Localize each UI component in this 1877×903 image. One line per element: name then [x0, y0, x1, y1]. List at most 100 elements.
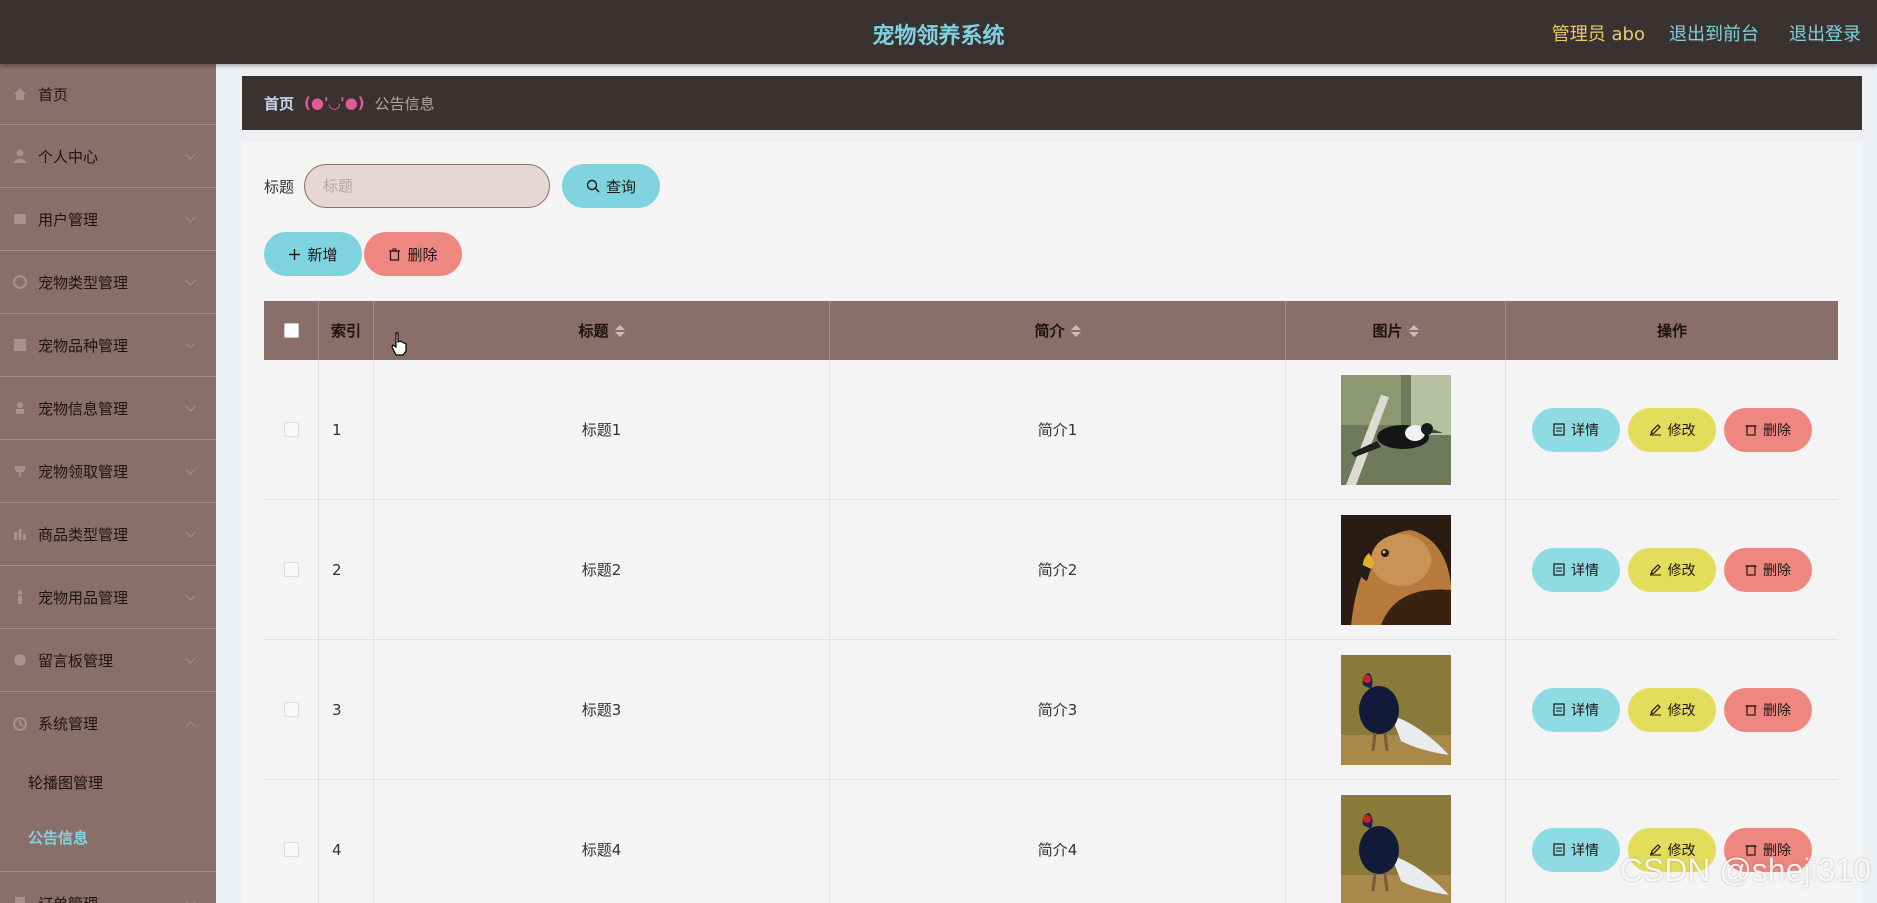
logout-link[interactable]: 退出登录	[1789, 20, 1861, 46]
header-select-all-cell	[264, 301, 319, 360]
sort-icon	[1408, 324, 1419, 337]
breadcrumb: 首页 (●'◡'●) 公告信息	[242, 76, 1862, 130]
sidebar: 首页 个人中心 用户管理 宠物类型管理 宠物品种管理 宠物信息管理 宠物领取管理…	[0, 64, 216, 903]
detail-button[interactable]: 详情	[1532, 547, 1620, 592]
table-header: 索引 标题 简介 图片 操作	[264, 301, 1838, 360]
header-image-label: 图片	[1372, 322, 1403, 340]
breadcrumb-current: 公告信息	[374, 94, 435, 113]
delete-button[interactable]: 删除	[1724, 687, 1812, 732]
system-submenu: 轮播图管理 公告信息	[0, 755, 216, 872]
edit-button[interactable]: 修改	[1628, 687, 1716, 732]
user-icon	[12, 148, 28, 164]
sort-icon	[1070, 324, 1081, 337]
detail-button[interactable]: 详情	[1532, 827, 1620, 872]
row-select-cell	[264, 360, 319, 499]
sidebar-item-user-management[interactable]: 用户管理	[0, 188, 216, 251]
pencil-icon	[1649, 703, 1662, 716]
row-checkbox[interactable]	[283, 562, 299, 577]
row-index: 3	[319, 640, 374, 779]
title-search-input[interactable]	[304, 164, 551, 208]
delete-button[interactable]: 删除	[1724, 547, 1812, 592]
bird-eagle-image[interactable]	[1340, 514, 1451, 625]
document-icon	[1553, 843, 1565, 856]
detail-button-label: 详情	[1571, 702, 1599, 719]
search-button[interactable]: 查询	[562, 164, 661, 208]
sidebar-item-orders[interactable]: 订单管理	[0, 872, 216, 903]
exit-to-front-link[interactable]: 退出到前台	[1669, 20, 1759, 46]
edit-button-label: 修改	[1667, 702, 1696, 719]
header-title-label: 标题	[578, 322, 609, 340]
header-ops: 操作	[1656, 322, 1687, 340]
delete-button-label: 删除	[1763, 422, 1791, 439]
select-all-checkbox[interactable]	[283, 323, 299, 338]
row-index: 1	[319, 360, 374, 499]
bird-magpie-image[interactable]	[1340, 374, 1451, 485]
table-row: 4 标题4 简介4 详情 修改 删除	[264, 780, 1838, 903]
row-checkbox[interactable]	[283, 702, 299, 717]
row-index: 4	[319, 780, 374, 903]
edit-button-label: 修改	[1667, 422, 1696, 439]
sidebar-item-pet-supplies[interactable]: 宠物用品管理	[0, 566, 216, 629]
bird-pheasant-image[interactable]	[1340, 794, 1451, 903]
chevron-down-icon	[185, 527, 196, 538]
content-panel: 标题 查询 新增 删除 索引 标题 简介 图片 操作 1 标题1	[242, 142, 1862, 903]
search-label: 标题	[264, 177, 295, 196]
sidebar-item-pet-breed[interactable]: 宠物品种管理	[0, 314, 216, 377]
trash-icon	[388, 248, 401, 261]
sidebar-item-goods-type[interactable]: 商品类型管理	[0, 503, 216, 566]
sidebar-item-pet-info[interactable]: 宠物信息管理	[0, 377, 216, 440]
header-image[interactable]: 图片	[1286, 301, 1506, 360]
delete-button-label: 删除	[1763, 702, 1791, 719]
add-button-label: 新增	[307, 245, 338, 264]
header-intro-label: 简介	[1034, 322, 1065, 340]
supplies-icon	[12, 589, 28, 605]
edit-button[interactable]: 修改	[1628, 407, 1716, 452]
sort-icon	[614, 324, 625, 337]
header-intro[interactable]: 简介	[830, 301, 1286, 360]
add-button[interactable]: 新增	[264, 232, 362, 276]
sidebar-item-pet-adopt[interactable]: 宠物领取管理	[0, 440, 216, 503]
edit-button[interactable]: 修改	[1628, 547, 1716, 592]
sidebar-item-label: 系统管理	[38, 715, 99, 733]
document-icon	[1553, 703, 1565, 716]
sidebar-item-pet-type[interactable]: 宠物类型管理	[0, 251, 216, 314]
csdn-watermark: CSDN @sheji310	[1619, 852, 1871, 888]
detail-button[interactable]: 详情	[1532, 687, 1620, 732]
batch-delete-button[interactable]: 删除	[364, 232, 462, 276]
search-icon	[586, 179, 600, 193]
row-checkbox[interactable]	[283, 842, 299, 857]
detail-button-label: 详情	[1571, 562, 1599, 579]
sidebar-item-message-board[interactable]: 留言板管理	[0, 629, 216, 692]
sidebar-item-label: 首页	[38, 85, 69, 104]
notice-table: 索引 标题 简介 图片 操作 1 标题1 简介1 详情 修改 删除 2 标题2 …	[264, 301, 1838, 903]
row-image-cell	[1286, 500, 1506, 639]
breadcrumb-home[interactable]: 首页	[264, 93, 294, 114]
sidebar-item-label: 宠物品种管理	[38, 336, 129, 355]
chevron-down-icon	[185, 401, 196, 412]
document-icon	[1553, 563, 1565, 576]
sidebar-item-carousel[interactable]: 轮播图管理	[0, 755, 216, 810]
trash-icon	[1745, 563, 1757, 576]
hand-cursor-icon	[391, 332, 407, 356]
delete-button-label: 删除	[407, 245, 438, 264]
chevron-down-icon	[185, 149, 196, 160]
sidebar-item-label: 用户管理	[38, 210, 99, 229]
order-icon	[12, 895, 28, 903]
sidebar-item-label: 留言板管理	[38, 651, 114, 670]
sidebar-item-notice[interactable]: 公告信息	[0, 810, 216, 865]
header-title[interactable]: 标题	[374, 301, 830, 360]
delete-button[interactable]: 删除	[1724, 407, 1812, 452]
trash-icon	[1745, 423, 1757, 436]
bird-pheasant-image[interactable]	[1340, 654, 1451, 765]
pet-info-icon	[12, 400, 28, 416]
sidebar-item-home[interactable]: 首页	[0, 64, 216, 125]
plus-icon	[288, 248, 301, 261]
sidebar-item-system[interactable]: 系统管理	[0, 692, 216, 755]
detail-button[interactable]: 详情	[1532, 407, 1620, 452]
edit-button-label: 修改	[1667, 562, 1696, 579]
row-ops-cell: 详情 修改 删除	[1506, 360, 1838, 499]
sidebar-item-personal-center[interactable]: 个人中心	[0, 125, 216, 188]
search-button-label: 查询	[606, 177, 637, 196]
sidebar-item-label: 商品类型管理	[38, 525, 129, 544]
row-checkbox[interactable]	[283, 422, 299, 437]
